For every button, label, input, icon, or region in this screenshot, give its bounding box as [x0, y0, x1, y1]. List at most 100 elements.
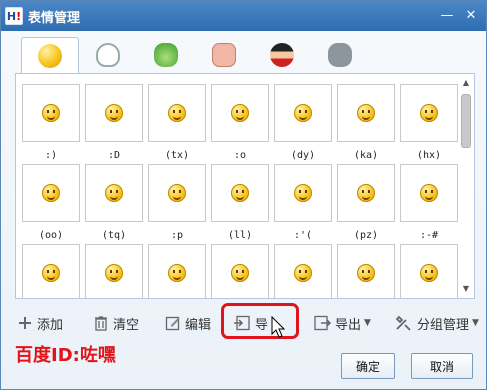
- tab-hero[interactable]: [253, 37, 311, 73]
- emoticon-tabs: [21, 37, 369, 74]
- emoticon-thumb: [85, 164, 143, 222]
- sunglasses-icon: [294, 104, 312, 122]
- app-logo-icon: H!: [5, 7, 23, 25]
- silent-icon: [420, 184, 438, 202]
- emoticon-thumb: [337, 84, 395, 142]
- edit-button[interactable]: 编辑: [165, 311, 211, 335]
- emoticon-thumb: [22, 244, 80, 298]
- emoticon-thumb: [274, 84, 332, 142]
- emoticon-thumb: [337, 164, 395, 222]
- emoticon-cell[interactable]: :'(: [274, 164, 332, 242]
- smiley-icon: [42, 104, 60, 122]
- emoticon-thumb: [148, 164, 206, 222]
- emoticon-thumb: [148, 84, 206, 142]
- emoticon-cell[interactable]: :p: [148, 164, 206, 242]
- emoticon-cell[interactable]: (tx): [148, 84, 206, 162]
- emoticon-cell[interactable]: [148, 244, 206, 298]
- confused-icon: [168, 264, 186, 282]
- pink-pig-icon: [212, 43, 236, 67]
- wink-icon: [420, 264, 438, 282]
- tab-frog[interactable]: [137, 37, 195, 73]
- emoticon-thumb: [211, 164, 269, 222]
- import-highlight-outline: [221, 303, 299, 339]
- chevron-down-icon: ▼: [364, 318, 371, 328]
- emoticon-shortcut: :p: [170, 230, 184, 241]
- window-title: 表情管理: [28, 10, 81, 26]
- ok-button[interactable]: 确定: [341, 353, 395, 379]
- emoticon-cell[interactable]: (oo): [22, 164, 80, 242]
- emoticon-cell[interactable]: :D: [85, 84, 143, 162]
- drool-icon: [231, 184, 249, 202]
- nerd-icon: [294, 264, 312, 282]
- emoticon-shortcut: :o: [233, 150, 247, 161]
- emoticon-cell[interactable]: [85, 244, 143, 298]
- tongue-icon: [105, 184, 123, 202]
- emoticon-shortcut: (dy): [290, 150, 316, 161]
- add-label: 添加: [37, 317, 64, 333]
- emoticon-shortcut: :D: [107, 150, 121, 161]
- emoticon-panel: :) :D (tx) :o (dy) (ka) (hx) (oo) (tq) :…: [15, 73, 475, 299]
- emoticon-cell[interactable]: (tq): [85, 164, 143, 242]
- minimize-icon[interactable]: —: [436, 5, 458, 25]
- scroll-up-icon[interactable]: ▲: [460, 78, 472, 88]
- add-button[interactable]: 添加: [17, 311, 63, 335]
- sleepy-icon: [357, 264, 375, 282]
- title-bar: H! 表情管理 — ✕: [1, 1, 486, 31]
- emoticon-cell[interactable]: [22, 244, 80, 298]
- staring-icon: [42, 184, 60, 202]
- pencil-icon: [165, 316, 180, 331]
- crying-icon: [294, 184, 312, 202]
- emoticon-thumb: [400, 84, 458, 142]
- smiley-face-icon: [38, 44, 62, 68]
- emoticon-cell[interactable]: (ka): [337, 84, 395, 162]
- playful-icon: [168, 184, 186, 202]
- emoticon-cell[interactable]: [337, 244, 395, 298]
- emoticon-cell[interactable]: [274, 244, 332, 298]
- naughty-icon: [168, 104, 186, 122]
- scroll-thumb[interactable]: [461, 94, 471, 148]
- export-label: 导出: [335, 317, 362, 333]
- emoticon-cell[interactable]: (dy): [274, 84, 332, 162]
- emoticon-cell[interactable]: :o: [211, 84, 269, 162]
- mouse-cursor-icon: [271, 316, 285, 338]
- tab-pig[interactable]: [195, 37, 253, 73]
- plus-icon: [19, 317, 31, 329]
- emoticon-thumb: [274, 244, 332, 298]
- tab-bubble[interactable]: [79, 37, 137, 73]
- pouting-icon: [357, 184, 375, 202]
- tab-cat[interactable]: [311, 37, 369, 73]
- emoticon-thumb: [400, 244, 458, 298]
- emoticon-cell[interactable]: :): [22, 84, 80, 162]
- worried-icon: [42, 264, 60, 282]
- emoticon-grid: :) :D (tx) :o (dy) (ka) (hx) (oo) (tq) :…: [22, 84, 462, 298]
- emoticon-cell[interactable]: [211, 244, 269, 298]
- emoticon-thumb: [211, 84, 269, 142]
- vertical-scrollbar[interactable]: ▲ ▼: [460, 78, 472, 294]
- emoticon-thumb: [85, 244, 143, 298]
- gray-cat-icon: [328, 43, 352, 67]
- export-button[interactable]: 导出 ▼: [313, 311, 371, 335]
- emoticon-cell[interactable]: :-#: [400, 164, 458, 242]
- emoticon-cell[interactable]: (hx): [400, 84, 458, 162]
- clear-label: 清空: [113, 317, 140, 333]
- emoticon-cell[interactable]: (ll): [211, 164, 269, 242]
- scroll-down-icon[interactable]: ▼: [460, 284, 472, 294]
- grin-icon: [105, 104, 123, 122]
- emoticon-shortcut: :'(: [293, 230, 313, 241]
- heart-eyes-icon: [420, 104, 438, 122]
- tools-icon: [395, 315, 411, 331]
- emoticon-thumb: [211, 244, 269, 298]
- group-manage-button[interactable]: 分组管理 ▼: [395, 311, 479, 335]
- emoticon-shortcut: (tx): [164, 150, 190, 161]
- emoticon-cell[interactable]: [400, 244, 458, 298]
- close-icon[interactable]: ✕: [460, 5, 482, 25]
- surprised-icon: [231, 104, 249, 122]
- tab-smiley[interactable]: [21, 37, 79, 74]
- emoticon-shortcut: (hx): [416, 150, 442, 161]
- cancel-button[interactable]: 取消: [411, 353, 473, 379]
- superhero-icon: [270, 43, 294, 67]
- emoticon-cell[interactable]: (pz): [337, 164, 395, 242]
- scroll-track[interactable]: [460, 88, 472, 284]
- clear-button[interactable]: 清空: [93, 311, 139, 335]
- trash-icon: [95, 316, 107, 331]
